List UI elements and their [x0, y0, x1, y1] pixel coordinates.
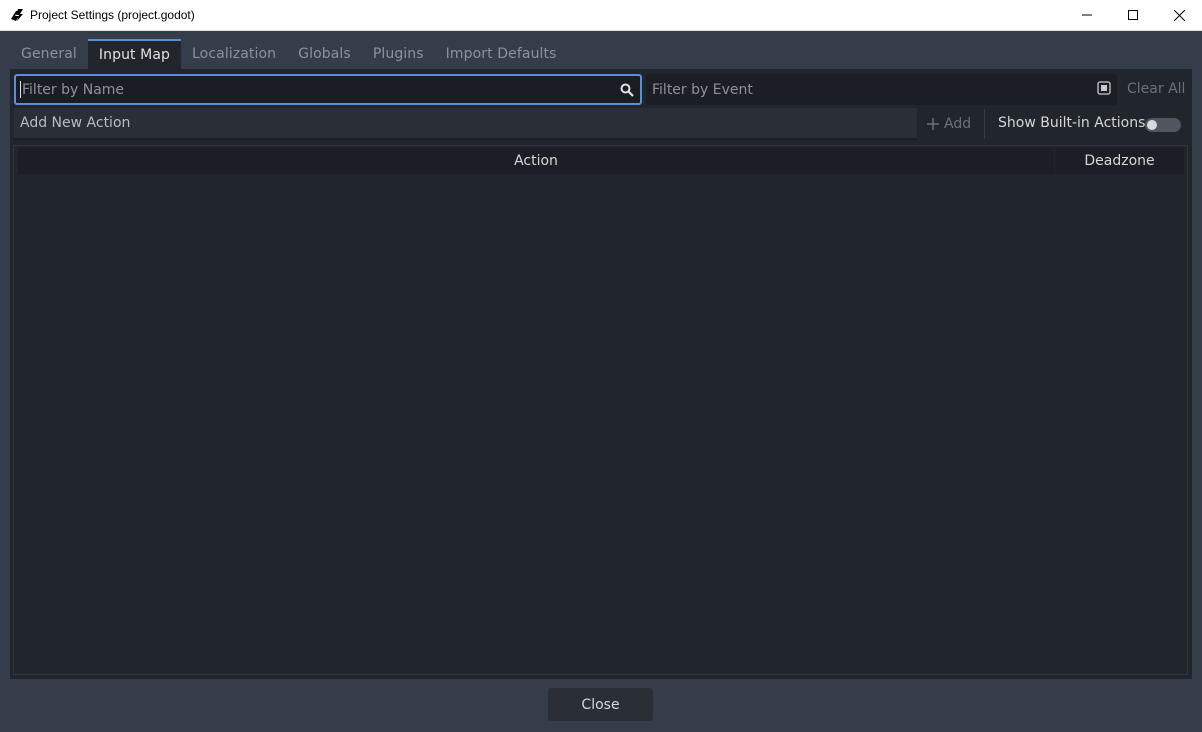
show-builtin-actions-label: Show Built-in Actions: [998, 115, 1146, 131]
filter-by-event-placeholder: Filter by Event: [652, 81, 753, 98]
toggle-knob: [1147, 120, 1157, 130]
minimize-icon: [1082, 14, 1092, 16]
clear-all-button[interactable]: Clear All: [1127, 81, 1185, 97]
filter-by-name-input[interactable]: Filter by Name: [14, 74, 642, 105]
tab-general[interactable]: General: [10, 39, 88, 69]
tab-globals[interactable]: Globals: [287, 39, 362, 69]
filter-by-event-input[interactable]: Filter by Event: [646, 74, 1117, 105]
tab-bar: General Input Map Localization Globals P…: [10, 39, 568, 69]
input-map-panel: Filter by Name Filter by Event Clear All…: [10, 69, 1192, 679]
show-builtin-actions-toggle[interactable]: [1145, 118, 1181, 132]
keyboard-listen-icon[interactable]: [1097, 81, 1111, 95]
close-icon: [1173, 9, 1185, 21]
filter-by-name-placeholder: Filter by Name: [22, 81, 125, 98]
tree-header: Action Deadzone: [18, 148, 1184, 174]
add-new-action-placeholder: Add New Action: [20, 115, 131, 131]
add-new-action-input[interactable]: Add New Action: [14, 108, 917, 140]
tab-localization[interactable]: Localization: [181, 39, 287, 69]
tab-import-defaults[interactable]: Import Defaults: [435, 39, 568, 69]
maximize-button[interactable]: [1110, 0, 1156, 30]
column-header-action[interactable]: Action: [18, 148, 1054, 174]
window-titlebar: Project Settings (project.godot): [0, 0, 1202, 31]
window-title: Project Settings (project.godot): [30, 8, 195, 22]
add-action-button[interactable]: Add: [926, 111, 971, 137]
tab-input-map[interactable]: Input Map: [87, 39, 182, 69]
column-header-deadzone[interactable]: Deadzone: [1054, 148, 1184, 174]
toolbar-separator: [984, 109, 985, 139]
maximize-icon: [1128, 10, 1138, 20]
search-icon: [620, 83, 634, 97]
close-button[interactable]: Close: [548, 688, 653, 721]
window-close-button[interactable]: [1156, 0, 1202, 30]
minimize-button[interactable]: [1064, 0, 1110, 30]
tab-plugins[interactable]: Plugins: [362, 39, 435, 69]
project-settings-dialog: General Input Map Localization Globals P…: [0, 31, 1202, 732]
plus-icon: [927, 118, 939, 130]
text-caret: [20, 81, 21, 98]
add-action-label: Add: [944, 116, 972, 132]
action-tree[interactable]: Action Deadzone: [13, 145, 1188, 675]
godot-editor-icon: [11, 9, 23, 21]
